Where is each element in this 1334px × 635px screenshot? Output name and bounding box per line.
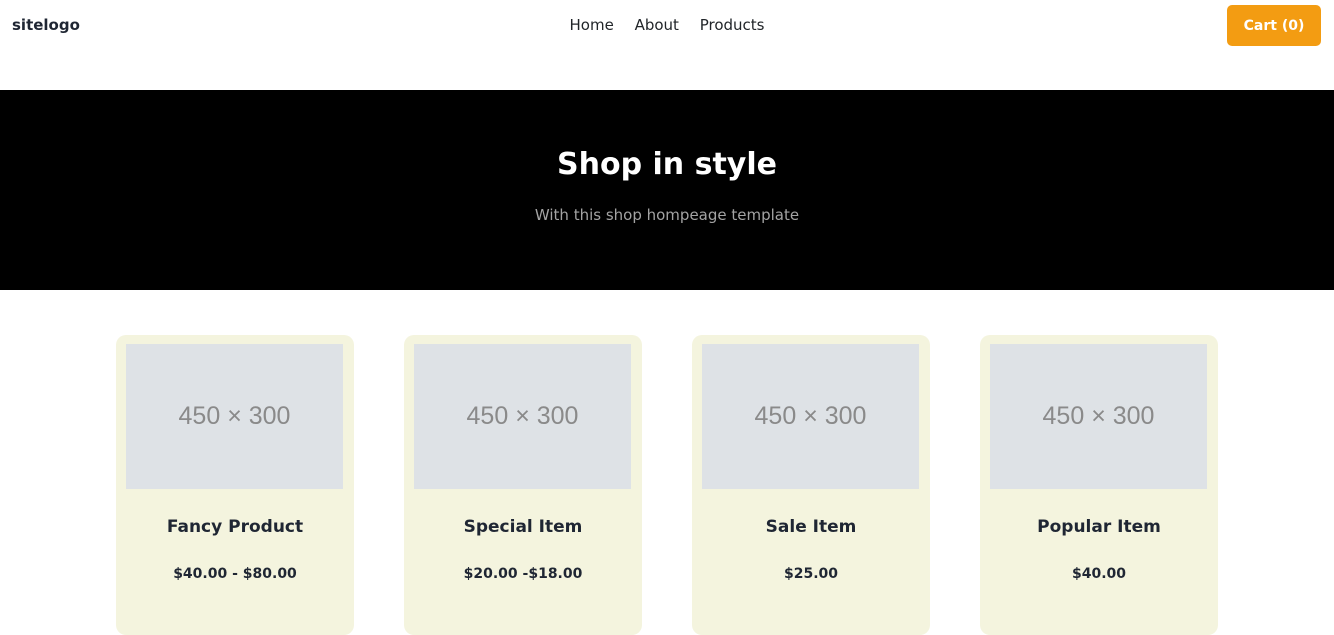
cart-button[interactable]: Cart (0): [1227, 5, 1321, 46]
product-card[interactable]: 450 × 300 Special Item $20.00 -$18.00: [404, 335, 642, 635]
product-image[interactable]: 450 × 300: [414, 344, 631, 489]
product-image[interactable]: 450 × 300: [702, 344, 919, 489]
product-name: Fancy Product: [166, 517, 304, 537]
product-card[interactable]: 450 × 300 Popular Item $40.00: [980, 335, 1218, 635]
hero-subtitle: With this shop hompeage template: [534, 206, 800, 224]
product-image[interactable]: 450 × 300: [990, 344, 1207, 489]
product-card[interactable]: 450 × 300 Sale Item $25.00: [692, 335, 930, 635]
hero-title: Shop in style: [557, 147, 777, 182]
product-name: Sale Item: [765, 517, 857, 537]
hero-banner: Shop in style With this shop hompeage te…: [0, 90, 1334, 290]
product-price: $25.00: [783, 566, 839, 582]
nav-products[interactable]: Products: [700, 16, 765, 34]
nav-about[interactable]: About: [635, 16, 679, 34]
product-name: Special Item: [463, 517, 583, 537]
navbar: sitelogo Home About Products Cart (0): [0, 0, 1334, 90]
product-name: Popular Item: [1037, 517, 1161, 537]
nav-home[interactable]: Home: [570, 16, 614, 34]
product-card[interactable]: 450 × 300 Fancy Product $40.00 - $80.00: [116, 335, 354, 635]
product-price: $40.00 - $80.00: [173, 566, 297, 582]
product-price: $20.00 -$18.00: [463, 566, 583, 582]
nav-links: Home About Products: [0, 16, 1334, 34]
product-image[interactable]: 450 × 300: [126, 344, 343, 489]
product-price: $40.00: [1071, 566, 1127, 582]
